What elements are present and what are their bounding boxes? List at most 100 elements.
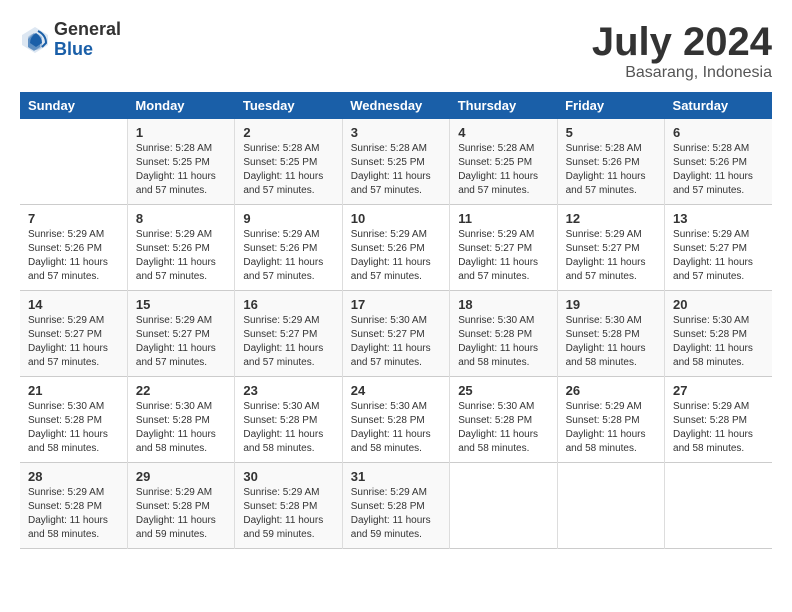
calendar-cell [665,463,772,549]
calendar-cell: 21 Sunrise: 5:30 AM Sunset: 5:28 PM Dayli… [20,377,127,463]
week-row-3: 14 Sunrise: 5:29 AM Sunset: 5:27 PM Dayli… [20,291,772,377]
day-info: Sunrise: 5:29 AM Sunset: 5:27 PM Dayligh… [458,228,548,284]
column-header-saturday: Saturday [665,92,772,119]
day-number: 1 [136,125,226,140]
day-info: Sunrise: 5:29 AM Sunset: 5:28 PM Dayligh… [566,400,656,456]
calendar-cell: 31 Sunrise: 5:29 AM Sunset: 5:28 PM Dayli… [342,463,449,549]
logo: General Blue [20,20,121,60]
day-number: 2 [243,125,333,140]
calendar-cell: 20 Sunrise: 5:30 AM Sunset: 5:28 PM Dayli… [665,291,772,377]
day-info: Sunrise: 5:30 AM Sunset: 5:28 PM Dayligh… [28,400,119,456]
calendar-cell: 8 Sunrise: 5:29 AM Sunset: 5:26 PM Daylig… [127,205,234,291]
column-header-thursday: Thursday [450,92,557,119]
day-info: Sunrise: 5:30 AM Sunset: 5:28 PM Dayligh… [673,314,764,370]
day-info: Sunrise: 5:29 AM Sunset: 5:28 PM Dayligh… [243,486,333,542]
calendar-cell: 7Sunrise: 5:29 AM Sunset: 5:26 PM Daylig… [20,205,127,291]
day-number: 20 [673,297,764,312]
day-info: Sunrise: 5:29 AM Sunset: 5:26 PM Dayligh… [351,228,441,284]
column-header-tuesday: Tuesday [235,92,342,119]
logo-icon [20,25,50,55]
calendar-cell [450,463,557,549]
day-number: 17 [351,297,441,312]
day-number: 12 [566,211,656,226]
day-number: 8 [136,211,226,226]
calendar-cell: 19 Sunrise: 5:30 AM Sunset: 5:28 PM Dayli… [557,291,664,377]
day-info: Sunrise: 5:29 AM Sunset: 5:26 PM Dayligh… [136,228,226,284]
location: Basarang, Indonesia [592,64,772,82]
day-number: 23 [243,383,333,398]
column-header-monday: Monday [127,92,234,119]
calendar-cell: 28Sunrise: 5:29 AM Sunset: 5:28 PM Dayli… [20,463,127,549]
calendar-cell: 16 Sunrise: 5:29 AM Sunset: 5:27 PM Dayli… [235,291,342,377]
day-info: Sunrise: 5:29 AM Sunset: 5:27 PM Dayligh… [566,228,656,284]
day-info: Sunrise: 5:30 AM Sunset: 5:28 PM Dayligh… [458,314,548,370]
day-info: Sunrise: 5:29 AM Sunset: 5:26 PM Dayligh… [243,228,333,284]
day-info: Sunrise: 5:30 AM Sunset: 5:28 PM Dayligh… [566,314,656,370]
calendar-cell: 5 Sunrise: 5:28 AM Sunset: 5:26 PM Daylig… [557,119,664,205]
day-info: Sunrise: 5:30 AM Sunset: 5:28 PM Dayligh… [458,400,548,456]
calendar-cell: 30Sunrise: 5:29 AM Sunset: 5:28 PM Dayli… [235,463,342,549]
title-block: July 2024 Basarang, Indonesia [592,20,772,82]
day-number: 5 [566,125,656,140]
week-row-4: 21 Sunrise: 5:30 AM Sunset: 5:28 PM Dayli… [20,377,772,463]
calendar-cell: 2Sunrise: 5:28 AM Sunset: 5:25 PM Daylig… [235,119,342,205]
calendar-cell: 11 Sunrise: 5:29 AM Sunset: 5:27 PM Dayli… [450,205,557,291]
calendar-cell: 3 Sunrise: 5:28 AM Sunset: 5:25 PM Daylig… [342,119,449,205]
day-number: 21 [28,383,119,398]
day-number: 27 [673,383,764,398]
day-number: 14 [28,297,119,312]
day-number: 6 [673,125,764,140]
day-number: 7 [28,211,119,226]
calendar-cell: 6 Sunrise: 5:28 AM Sunset: 5:26 PM Daylig… [665,119,772,205]
column-header-friday: Friday [557,92,664,119]
day-info: Sunrise: 5:29 AM Sunset: 5:28 PM Dayligh… [351,486,441,542]
day-number: 25 [458,383,548,398]
calendar-cell: 4Sunrise: 5:28 AM Sunset: 5:25 PM Daylig… [450,119,557,205]
day-number: 11 [458,211,548,226]
calendar-cell: 15Sunrise: 5:29 AM Sunset: 5:27 PM Dayli… [127,291,234,377]
calendar-cell: 1 Sunrise: 5:28 AM Sunset: 5:25 PM Daylig… [127,119,234,205]
column-header-wednesday: Wednesday [342,92,449,119]
day-info: Sunrise: 5:28 AM Sunset: 5:25 PM Dayligh… [351,142,441,198]
day-info: Sunrise: 5:29 AM Sunset: 5:28 PM Dayligh… [136,486,226,542]
calendar-cell [20,119,127,205]
day-info: Sunrise: 5:29 AM Sunset: 5:27 PM Dayligh… [243,314,333,370]
day-number: 29 [136,469,226,484]
day-number: 19 [566,297,656,312]
month-title: July 2024 [592,20,772,64]
day-number: 31 [351,469,441,484]
calendar-header-row: SundayMondayTuesdayWednesdayThursdayFrid… [20,92,772,119]
page-header: General Blue July 2024 Basarang, Indones… [20,20,772,82]
day-number: 13 [673,211,764,226]
calendar-cell [557,463,664,549]
week-row-2: 7 Sunrise: 5:29 AM Sunset: 5:26 PM Daylig… [20,205,772,291]
column-header-sunday: Sunday [20,92,127,119]
week-row-5: 28 Sunrise: 5:29 AM Sunset: 5:28 PM Dayli… [20,463,772,549]
calendar-cell: 29 Sunrise: 5:29 AM Sunset: 5:28 PM Dayli… [127,463,234,549]
calendar-cell: 10Sunrise: 5:29 AM Sunset: 5:26 PM Dayli… [342,205,449,291]
day-info: Sunrise: 5:28 AM Sunset: 5:26 PM Dayligh… [673,142,764,198]
day-number: 26 [566,383,656,398]
day-number: 15 [136,297,226,312]
calendar-cell: 13Sunrise: 5:29 AM Sunset: 5:27 PM Dayli… [665,205,772,291]
calendar-cell: 26 Sunrise: 5:29 AM Sunset: 5:28 PM Dayli… [557,377,664,463]
day-number: 24 [351,383,441,398]
calendar-cell: 27 Sunrise: 5:29 AM Sunset: 5:28 PM Dayli… [665,377,772,463]
day-info: Sunrise: 5:28 AM Sunset: 5:25 PM Dayligh… [136,142,226,198]
day-info: Sunrise: 5:29 AM Sunset: 5:27 PM Dayligh… [28,314,119,370]
calendar-cell: 12 Sunrise: 5:29 AM Sunset: 5:27 PM Dayli… [557,205,664,291]
day-number: 4 [458,125,548,140]
logo-text: General Blue [54,20,121,60]
day-number: 28 [28,469,119,484]
day-info: Sunrise: 5:28 AM Sunset: 5:26 PM Dayligh… [566,142,656,198]
day-number: 22 [136,383,226,398]
day-info: Sunrise: 5:30 AM Sunset: 5:28 PM Dayligh… [243,400,333,456]
day-number: 3 [351,125,441,140]
week-row-1: 1 Sunrise: 5:28 AM Sunset: 5:25 PM Daylig… [20,119,772,205]
day-info: Sunrise: 5:29 AM Sunset: 5:28 PM Dayligh… [673,400,764,456]
day-number: 16 [243,297,333,312]
calendar-cell: 9Sunrise: 5:29 AM Sunset: 5:26 PM Daylig… [235,205,342,291]
calendar-cell: 23 Sunrise: 5:30 AM Sunset: 5:28 PM Dayli… [235,377,342,463]
calendar-cell: 25 Sunrise: 5:30 AM Sunset: 5:28 PM Dayli… [450,377,557,463]
calendar-table: SundayMondayTuesdayWednesdayThursdayFrid… [20,92,772,549]
